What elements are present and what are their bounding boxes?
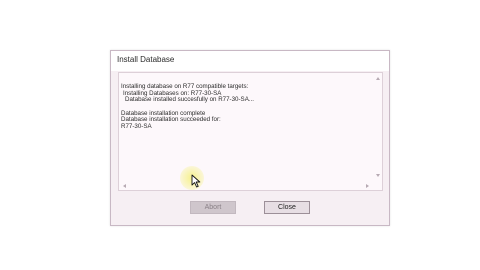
chevron-down-icon[interactable] <box>376 174 380 177</box>
install-database-dialog: Install Database Installing database on … <box>110 50 390 226</box>
chevron-left-icon[interactable] <box>123 184 126 188</box>
abort-button[interactable]: Abort <box>190 201 236 214</box>
chevron-right-icon[interactable] <box>366 184 369 188</box>
dialog-title: Install Database <box>117 55 175 64</box>
install-log: Installing database on R77 compatible ta… <box>121 83 372 131</box>
horizontal-scrollbar[interactable] <box>119 181 373 190</box>
dialog-titlebar[interactable]: Install Database <box>111 51 389 71</box>
log-line: Database installation succeeded for: <box>121 116 221 124</box>
vertical-scrollbar[interactable] <box>373 73 382 181</box>
mouse-pointer-icon <box>191 174 201 188</box>
log-line: Database installed succesfully on R77-30… <box>125 96 254 104</box>
log-line: R77-30-SA <box>121 123 152 131</box>
install-log-textarea[interactable]: Installing database on R77 compatible ta… <box>118 72 383 191</box>
close-button[interactable]: Close <box>264 201 310 214</box>
chevron-up-icon[interactable] <box>376 77 380 80</box>
